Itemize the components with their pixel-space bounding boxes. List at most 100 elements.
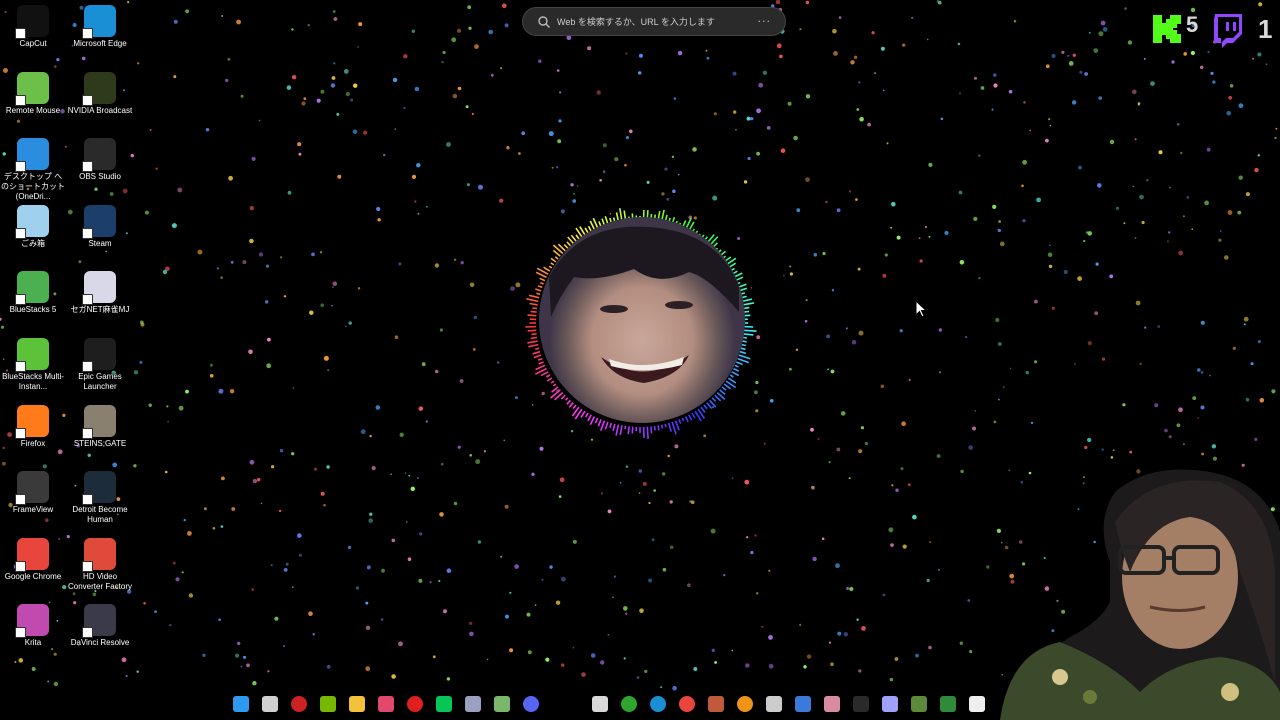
more-options-icon[interactable]: ··· (758, 15, 772, 28)
desktop-icon-label: Microsoft Edge (73, 39, 127, 48)
taskbar-record-button[interactable] (404, 693, 426, 715)
edge-icon (82, 5, 116, 39)
taskbar-cloud-button[interactable] (850, 693, 872, 715)
taskbar-windows-start-button[interactable] (230, 693, 252, 715)
desktop-icon-label: セガNET麻雀MJ (70, 305, 130, 315)
taskbar-xbox-button[interactable] (618, 693, 640, 715)
bitcoin-icon (737, 696, 753, 712)
bluestacks-multi-icon (15, 338, 49, 372)
desktop-icon-capcut[interactable]: CapCut (0, 5, 66, 49)
back-icon (766, 696, 782, 712)
taskbar-bitcoin-button[interactable] (734, 693, 756, 715)
webcam-overlay (1000, 469, 1280, 720)
twitch-logo-icon (1214, 14, 1242, 48)
chrome-taskbar-icon (679, 696, 695, 712)
file-explorer-icon (349, 696, 365, 712)
desktop-icon-label: デスクトップ へのショートカット (OneDri... (1, 172, 65, 202)
desktop-icon-label: Remote Mouse (5, 105, 61, 115)
taskbar-photos-button[interactable] (821, 693, 843, 715)
desktop-icon-nvidia-broadcast[interactable]: NVIDIA Broadcast (67, 71, 133, 116)
twitch-viewer-count: 1 (1258, 14, 1273, 44)
desktop-icon-remote-mouse[interactable]: Remote Mouse (0, 71, 66, 116)
taskbar-discord-button[interactable] (520, 693, 542, 715)
spreadsheet-icon (940, 696, 956, 712)
taskbar-capcut-taskbar-button[interactable] (966, 693, 988, 715)
device-icon (882, 696, 898, 712)
taskbar-file-explorer-button[interactable] (346, 693, 368, 715)
store-icon (592, 696, 608, 712)
mj-icon (82, 271, 116, 306)
taskbar-chrome-profile-button[interactable] (288, 693, 310, 715)
taskbar-app-link-button[interactable] (462, 693, 484, 715)
visualizer-face-image (539, 217, 745, 423)
nvidia-broadcast-icon (82, 71, 116, 106)
desktop-icon-epic-games[interactable]: Epic Games Launcher (67, 338, 133, 392)
edge-taskbar-icon (650, 696, 666, 712)
desktop-icon-steam[interactable]: Steam (67, 204, 133, 249)
taskbar-nvidia-button[interactable] (317, 693, 339, 715)
record-icon (407, 696, 423, 712)
desktop-icon-krita[interactable]: Krita (0, 604, 66, 648)
recycle-bin-icon (15, 204, 49, 239)
desktop-icon-chrome[interactable]: Google Chrome (0, 537, 66, 582)
calendar-icon (795, 696, 811, 712)
kick-viewer-count: 5 (1186, 12, 1199, 37)
taskbar-edge-taskbar-button[interactable] (647, 693, 669, 715)
taskbar-line-button[interactable] (433, 693, 455, 715)
desktop-icon-frameview[interactable]: FrameView (0, 471, 66, 515)
desktop-icon-bluestacks[interactable]: BlueStacks 5 (0, 271, 66, 315)
taskbar-calendar-button[interactable] (792, 693, 814, 715)
taskbar-vim-button[interactable] (491, 693, 513, 715)
kick-logo-icon (1150, 12, 1184, 46)
desktop-icon-mj[interactable]: セガNET麻雀MJ (67, 271, 133, 315)
game-app-icon (708, 696, 724, 712)
taskbar-spreadsheet-button[interactable] (937, 693, 959, 715)
desktop-icon-firefox[interactable]: Firefox (0, 404, 66, 449)
desktop-icon-label: Google Chrome (4, 571, 62, 581)
chrome-icon (15, 537, 49, 572)
taskbar-lips-app-button[interactable] (375, 693, 397, 715)
search-icon (538, 15, 550, 28)
obs-icon (82, 138, 116, 173)
desktop-icon-label: Detroit Become Human (72, 505, 128, 525)
desktop-icon-recycle-bin[interactable]: ごみ箱 (0, 204, 66, 249)
taskbar-device-button[interactable] (879, 693, 901, 715)
desktop-icon-label: Steam (88, 238, 112, 248)
desktop-icon-bluestacks-multi[interactable]: BlueStacks Multi-Instan... (0, 338, 66, 392)
taskbar-task-view-button[interactable] (259, 693, 281, 715)
taskbar (230, 690, 1010, 718)
bluestacks-icon (15, 271, 49, 306)
steam-icon (82, 204, 116, 239)
capcut-taskbar-icon (969, 696, 985, 712)
app-link-icon (465, 696, 481, 712)
desktop-icon-steins-gate[interactable]: STEINS;GATE (67, 404, 133, 449)
desktop-icon-onedrive[interactable]: デスクトップ へのショートカット (OneDri... (0, 138, 66, 202)
chrome-profile-icon (291, 696, 307, 712)
windows-start-icon (233, 696, 249, 712)
desktop-icon-label: NVIDIA Broadcast (67, 105, 133, 115)
desktop-icon-detroit[interactable]: Detroit Become Human (67, 471, 133, 525)
vim-icon (494, 696, 510, 712)
taskbar-minecraft-button[interactable] (908, 693, 930, 715)
desktop-icon-davinci[interactable]: DaVinci Resolve (67, 604, 133, 648)
desktop-icon-edge[interactable]: Microsoft Edge (67, 5, 133, 49)
steins-gate-icon (82, 404, 116, 439)
discord-icon (523, 696, 539, 712)
photos-icon (824, 696, 840, 712)
taskbar-store-button[interactable] (589, 693, 611, 715)
desktop-icon-label: BlueStacks 5 (9, 305, 57, 315)
taskbar-game-app-button[interactable] (705, 693, 727, 715)
desktop-icon-obs[interactable]: OBS Studio (67, 138, 133, 182)
krita-icon (15, 604, 49, 639)
task-view-icon (262, 696, 278, 712)
browser-search-bar[interactable]: Web を検索するか、URL を入力します ··· (522, 7, 786, 36)
line-icon (436, 696, 452, 712)
taskbar-chrome-taskbar-button[interactable] (676, 693, 698, 715)
onedrive-icon (15, 138, 49, 173)
taskbar-back-button[interactable] (763, 693, 785, 715)
remote-mouse-icon (15, 71, 49, 106)
frameview-icon (15, 471, 49, 506)
desktop-icon-hd-video-converter[interactable]: HD Video Converter Factory (67, 537, 133, 592)
xbox-icon (621, 696, 637, 712)
detroit-icon (82, 471, 116, 506)
